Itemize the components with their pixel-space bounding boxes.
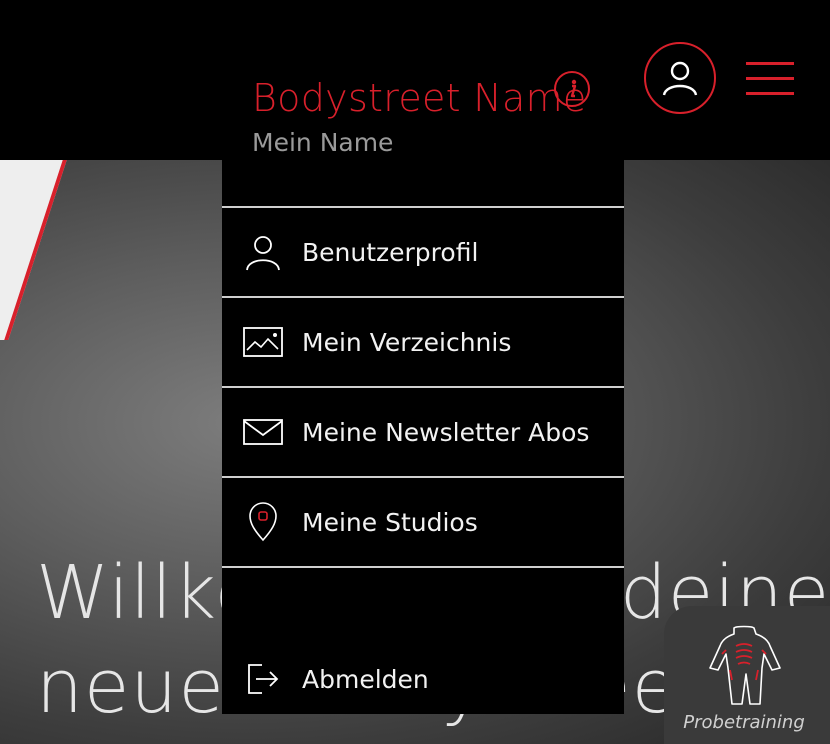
user-icon: [662, 61, 698, 96]
image-icon: [242, 321, 284, 363]
studio-name: Bodystreet Name: [252, 76, 587, 120]
logout-icon: [242, 658, 284, 700]
hamburger-menu-button[interactable]: [746, 62, 794, 96]
user-name: Mein Name: [252, 128, 394, 157]
menu-item-label: Mein Verzeichnis: [302, 327, 512, 357]
menu-bar: [746, 62, 794, 65]
header: Bodystreet Name Mein Name: [0, 0, 830, 160]
probetraining-button[interactable]: Probetraining: [664, 606, 830, 744]
menu-item-label: Meine Studios: [302, 507, 478, 537]
ems-suit-icon: [709, 625, 781, 705]
menu-item-verzeichnis[interactable]: Mein Verzeichnis: [222, 296, 624, 386]
menu-item-benutzerprofil[interactable]: Benutzerprofil: [222, 206, 624, 296]
info-icon: [570, 79, 577, 98]
user-dropdown-menu: Benutzerprofil Mein Verzeichnis Meine Ne…: [222, 160, 624, 714]
envelope-icon: [242, 411, 284, 453]
menu-item-newsletter-abos[interactable]: Meine Newsletter Abos: [222, 386, 624, 476]
location-pin-icon: [242, 501, 284, 543]
menu-bar: [746, 92, 794, 95]
info-button[interactable]: [554, 71, 590, 107]
hero-decoration: [0, 160, 80, 340]
menu-item-label: Benutzerprofil: [302, 237, 479, 267]
menu-item-studios[interactable]: Meine Studios: [222, 476, 624, 566]
logout-label: Abmelden: [302, 664, 429, 694]
probetraining-label: Probetraining: [683, 712, 805, 733]
menu-divider: [222, 566, 624, 568]
menu-bar: [746, 77, 794, 80]
user-icon: [242, 231, 284, 273]
user-account-button[interactable]: [644, 42, 716, 114]
logout-button[interactable]: Abmelden: [222, 654, 624, 704]
menu-item-label: Meine Newsletter Abos: [302, 417, 590, 447]
